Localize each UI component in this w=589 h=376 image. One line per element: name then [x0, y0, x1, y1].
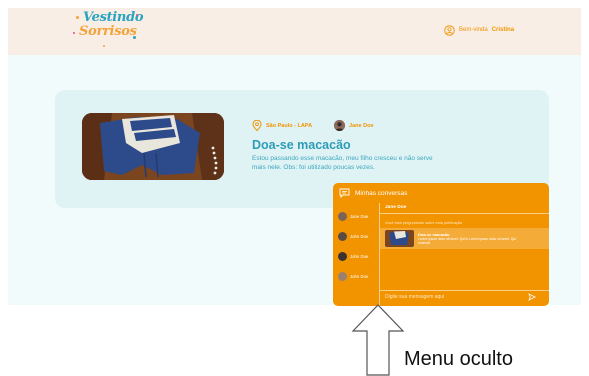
contact-name: John Doe	[350, 274, 369, 279]
product-meta: São Paulo - LAPA Jane Doe	[252, 120, 374, 131]
chat-contact[interactable]: John Doe	[338, 252, 368, 261]
contact-avatar	[338, 212, 347, 221]
chat-bubble-icon	[339, 188, 350, 198]
conversation-note: Você está perguntando sobre esta publica…	[385, 221, 463, 225]
logo-line-1: Vestindo	[83, 10, 144, 25]
annotation-label: Menu oculto	[404, 348, 513, 370]
product-description: Estou passando esse macacão, meu filho c…	[252, 155, 433, 171]
contact-name: Jane Doe	[350, 214, 369, 219]
logo-dot	[73, 32, 75, 34]
conversation-contact-name: Jane Doe	[385, 205, 407, 210]
divider	[380, 213, 549, 214]
product-title: Doa-se macacão	[252, 138, 351, 152]
donor-avatar-image	[334, 120, 346, 131]
contact-avatar	[338, 252, 347, 261]
product-photo-image	[82, 113, 224, 180]
logo-dot	[133, 36, 136, 39]
greeting-text: Bem-vinda	[459, 27, 488, 33]
user-greeting[interactable]: Bem-vinda Cristina	[444, 22, 514, 38]
greeting-user-name: Cristina	[491, 27, 515, 33]
conversation-product-card[interactable]: Doa-se macacão Lorem ipsum dolor sit ame…	[380, 228, 549, 249]
logo-dot	[76, 16, 79, 19]
divider	[380, 290, 549, 291]
logo-dot	[136, 14, 138, 16]
product-photo	[82, 113, 224, 180]
app-root: Vestindo Sorrisos Bem-vinda Cristina São…	[0, 0, 589, 376]
send-icon[interactable]	[528, 293, 536, 301]
chat-contact-list: Jane Doe John Doe John Doe John Doe	[333, 203, 380, 306]
up-arrow-annotation	[351, 304, 405, 376]
chat-title: Minhas conversas	[355, 189, 408, 197]
chat-contact[interactable]: Jane Doe	[338, 212, 368, 221]
donor-name[interactable]: Jane Doe	[349, 123, 373, 129]
conversation-product-desc: Lorem ipsum dolor sit amet. Qui in Lorem…	[418, 237, 516, 245]
logo-dot	[103, 45, 105, 47]
user-circle-icon	[444, 24, 455, 36]
contact-avatar	[338, 232, 347, 241]
message-input[interactable]: Digite sua mensagem aqui	[385, 294, 444, 300]
contact-avatar	[338, 272, 347, 281]
chat-contact[interactable]: John Doe	[338, 232, 368, 241]
conversation-product-image	[385, 230, 414, 247]
donor-avatar[interactable]	[334, 120, 346, 131]
conversation-product-thumb	[385, 230, 414, 247]
chat-panel: Minhas conversas Jane Doe John Doe John …	[333, 183, 549, 306]
location-pin-icon	[252, 120, 262, 131]
product-location: São Paulo - LAPA	[266, 122, 313, 129]
chat-header[interactable]: Minhas conversas	[333, 183, 549, 203]
contact-name: John Doe	[350, 254, 369, 259]
logo-line-2: Sorrisos	[79, 24, 137, 39]
contact-name: John Doe	[350, 234, 369, 239]
chat-contact[interactable]: John Doe	[338, 272, 368, 281]
site-logo[interactable]: Vestindo Sorrisos	[73, 10, 144, 48]
